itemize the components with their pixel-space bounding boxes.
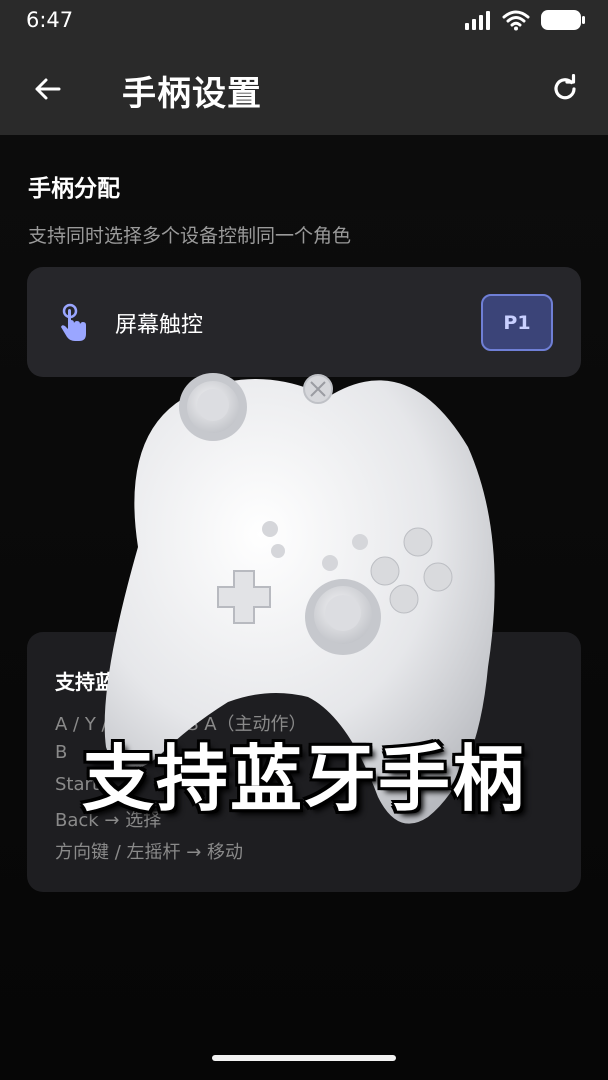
signal-icon	[465, 11, 490, 30]
section-subtitle: 支持同时选择多个设备控制同一个角色	[28, 225, 352, 247]
device-label: 屏幕触控	[115, 313, 204, 338]
mapping-dpad: 方向键 / 左摇杆 → 移动	[55, 842, 244, 863]
page-title: 手柄设置	[122, 74, 262, 114]
home-indicator[interactable]	[212, 1055, 396, 1061]
section-title: 手柄分配	[28, 176, 120, 202]
status-time: 6:47	[26, 8, 74, 32]
status-bar: 6:47	[0, 0, 608, 40]
app-bar: 手柄设置	[0, 40, 608, 135]
back-button[interactable]	[28, 70, 66, 108]
wifi-icon	[502, 10, 530, 31]
promo-caption: 支持蓝牙手柄	[81, 737, 526, 821]
arrow-left-icon	[35, 78, 61, 100]
content: 手柄分配 支持同时选择多个设备控制同一个角色 屏幕触控 P1 支持蓝牙手柄 A …	[0, 135, 608, 1080]
player-chip-p1[interactable]: P1	[481, 294, 553, 351]
refresh-icon	[554, 74, 576, 100]
battery-icon	[541, 10, 585, 30]
touch-hand-icon	[61, 303, 86, 341]
refresh-button[interactable]	[546, 70, 584, 108]
status-icons	[464, 8, 586, 32]
